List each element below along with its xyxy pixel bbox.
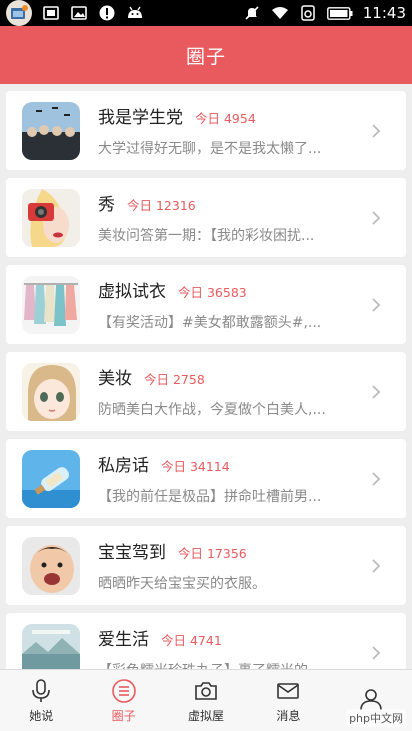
watermark: php中文网 [346,709,406,727]
group-item[interactable]: 爱生活 今日 4741 【彩色糯米珍珠丸子】裹了糯米的... [6,613,406,669]
nav-tab-tashuo[interactable]: 她说 [0,670,82,731]
group-latest-post: 防晒美白大作战，今夏做个白美人,... [98,402,326,418]
group-today-count: 今日 36583 [178,285,247,300]
group-title: 爱生活 [98,630,149,650]
group-thumbnail [22,101,80,160]
group-today-count: 今日 4954 [195,111,256,126]
group-latest-post: 晒晒昨天给宝宝买的衣服。 [98,576,266,592]
group-latest-post: 大学过得好无聊，是不是我太懒了... [98,141,322,157]
status-time: 11:43 [362,4,406,22]
group-thumbnail [22,362,80,421]
mail-icon [277,682,300,699]
group-today-count: 今日 34114 [161,459,230,474]
chevron-right-icon [372,558,381,573]
list-icon [111,678,136,703]
group-thumbnail [22,536,80,595]
nav-tab-xiaoxi[interactable]: 消息 [247,670,329,731]
microphone-icon [32,678,51,702]
group-item[interactable]: 我是学生党 今日 4954 大学过得好无聊，是不是我太懒了... [6,91,406,170]
group-title: 虚拟试衣 [98,282,166,302]
group-title: 私房话 [98,456,149,476]
nav-label: 虚拟屋 [188,708,225,723]
group-list[interactable]: 我是学生党 今日 4954 大学过得好无聊，是不是我太懒了... 秀 今日 12… [0,84,412,669]
group-today-count: 今日 2758 [144,372,205,387]
wifi-icon [271,5,289,21]
group-item[interactable]: 美妆 今日 2758 防晒美白大作战，今夏做个白美人,... [6,352,406,431]
group-title: 宝宝驾到 [98,543,166,563]
camera-icon [195,681,217,700]
group-today-count: 今日 12316 [127,198,196,213]
nav-tab-xuniwu[interactable]: 虚拟屋 [165,670,247,731]
group-latest-post: 美妆问答第一期：【我的彩妆困扰... [98,228,315,244]
page-title: 圈子 [185,45,226,68]
group-item[interactable]: 私房话 今日 34114 【我的前任是极品】拼命吐槽前男... [6,439,406,518]
nav-label: 她说 [29,708,54,723]
nav-tab-quanzi[interactable]: 圈子 [82,670,164,731]
bottom-nav: 她说 圈子 虚拟屋 消息 php中文网 [0,669,412,731]
group-latest-post: 【有奖活动】#美女都敢露额头#,... [98,315,322,331]
group-latest-post: 【彩色糯米珍珠丸子】裹了糯米的... [98,660,362,669]
group-item[interactable]: 宝宝驾到 今日 17356 晒晒昨天给宝宝买的衣服。 [6,526,406,605]
mute-icon [243,5,261,21]
chevron-right-icon [372,123,381,138]
group-item[interactable]: 秀 今日 12316 美妆问答第一期：【我的彩妆困扰... [6,178,406,257]
android-icon [126,5,144,21]
group-title: 秀 [98,195,115,215]
group-title: 美妆 [98,369,132,389]
chevron-right-icon [372,210,381,225]
group-thumbnail [22,275,80,334]
app-notification-icon [6,0,32,26]
chevron-right-icon [372,384,381,399]
group-thumbnail [22,449,80,508]
chevron-right-icon [372,645,381,660]
chevron-right-icon [372,297,381,312]
group-thumbnail [22,623,80,669]
group-thumbnail [22,188,80,247]
title-bar: 圈子 [0,26,412,84]
nav-label: 消息 [276,708,301,723]
group-item[interactable]: 虚拟试衣 今日 36583 【有奖活动】#美女都敢露额头#,... [6,265,406,344]
sim-icon [299,5,317,21]
image-icon [70,5,88,21]
group-today-count: 今日 4741 [161,633,222,648]
nav-label: 圈子 [111,708,136,723]
battery-icon [326,5,353,21]
group-latest-post: 【我的前任是极品】拼命吐槽前男... [98,489,322,505]
status-bar: 11:43 [0,0,412,26]
group-title: 我是学生党 [98,108,183,128]
gallery-icon [42,5,60,21]
chevron-right-icon [372,471,381,486]
group-today-count: 今日 17356 [178,546,247,561]
alert-icon [98,5,116,21]
